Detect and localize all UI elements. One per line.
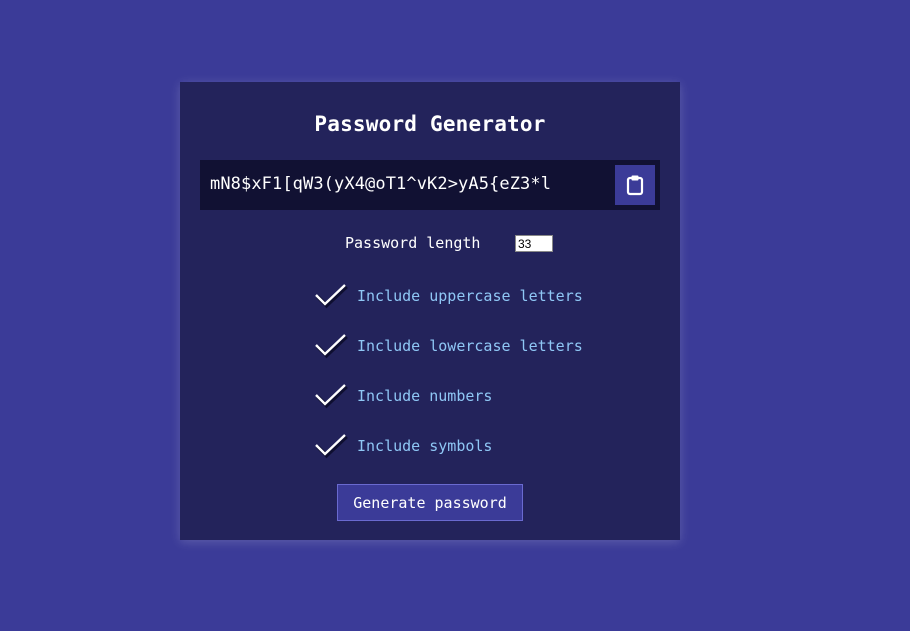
option-label: Include symbols xyxy=(357,437,493,455)
checkmark-icon[interactable] xyxy=(313,331,349,361)
password-length-input[interactable] xyxy=(515,235,553,252)
password-result-box: mN8$xF1[qW3(yX4@oT1^vK2>yA5{eZ3*l xyxy=(200,160,660,210)
generate-password-button[interactable]: Generate password xyxy=(337,484,523,521)
password-generator-card: Password Generator mN8$xF1[qW3(yX4@oT1^v… xyxy=(180,82,680,540)
option-uppercase[interactable]: Include uppercase letters xyxy=(313,281,583,311)
option-numbers[interactable]: Include numbers xyxy=(313,381,492,411)
generated-password: mN8$xF1[qW3(yX4@oT1^vK2>yA5{eZ3*l xyxy=(210,174,552,194)
checkmark-icon[interactable] xyxy=(313,281,349,311)
password-length-label: Password length xyxy=(345,234,481,252)
option-lowercase[interactable]: Include lowercase letters xyxy=(313,331,583,361)
option-label: Include lowercase letters xyxy=(357,337,583,355)
checkmark-icon[interactable] xyxy=(313,431,349,461)
checkmark-icon[interactable] xyxy=(313,381,349,411)
clipboard-icon xyxy=(626,175,644,196)
option-symbols[interactable]: Include symbols xyxy=(313,431,492,461)
option-label: Include numbers xyxy=(357,387,493,405)
copy-to-clipboard-button[interactable] xyxy=(615,165,655,205)
option-label: Include uppercase letters xyxy=(357,287,583,305)
page-title: Password Generator xyxy=(314,112,546,136)
